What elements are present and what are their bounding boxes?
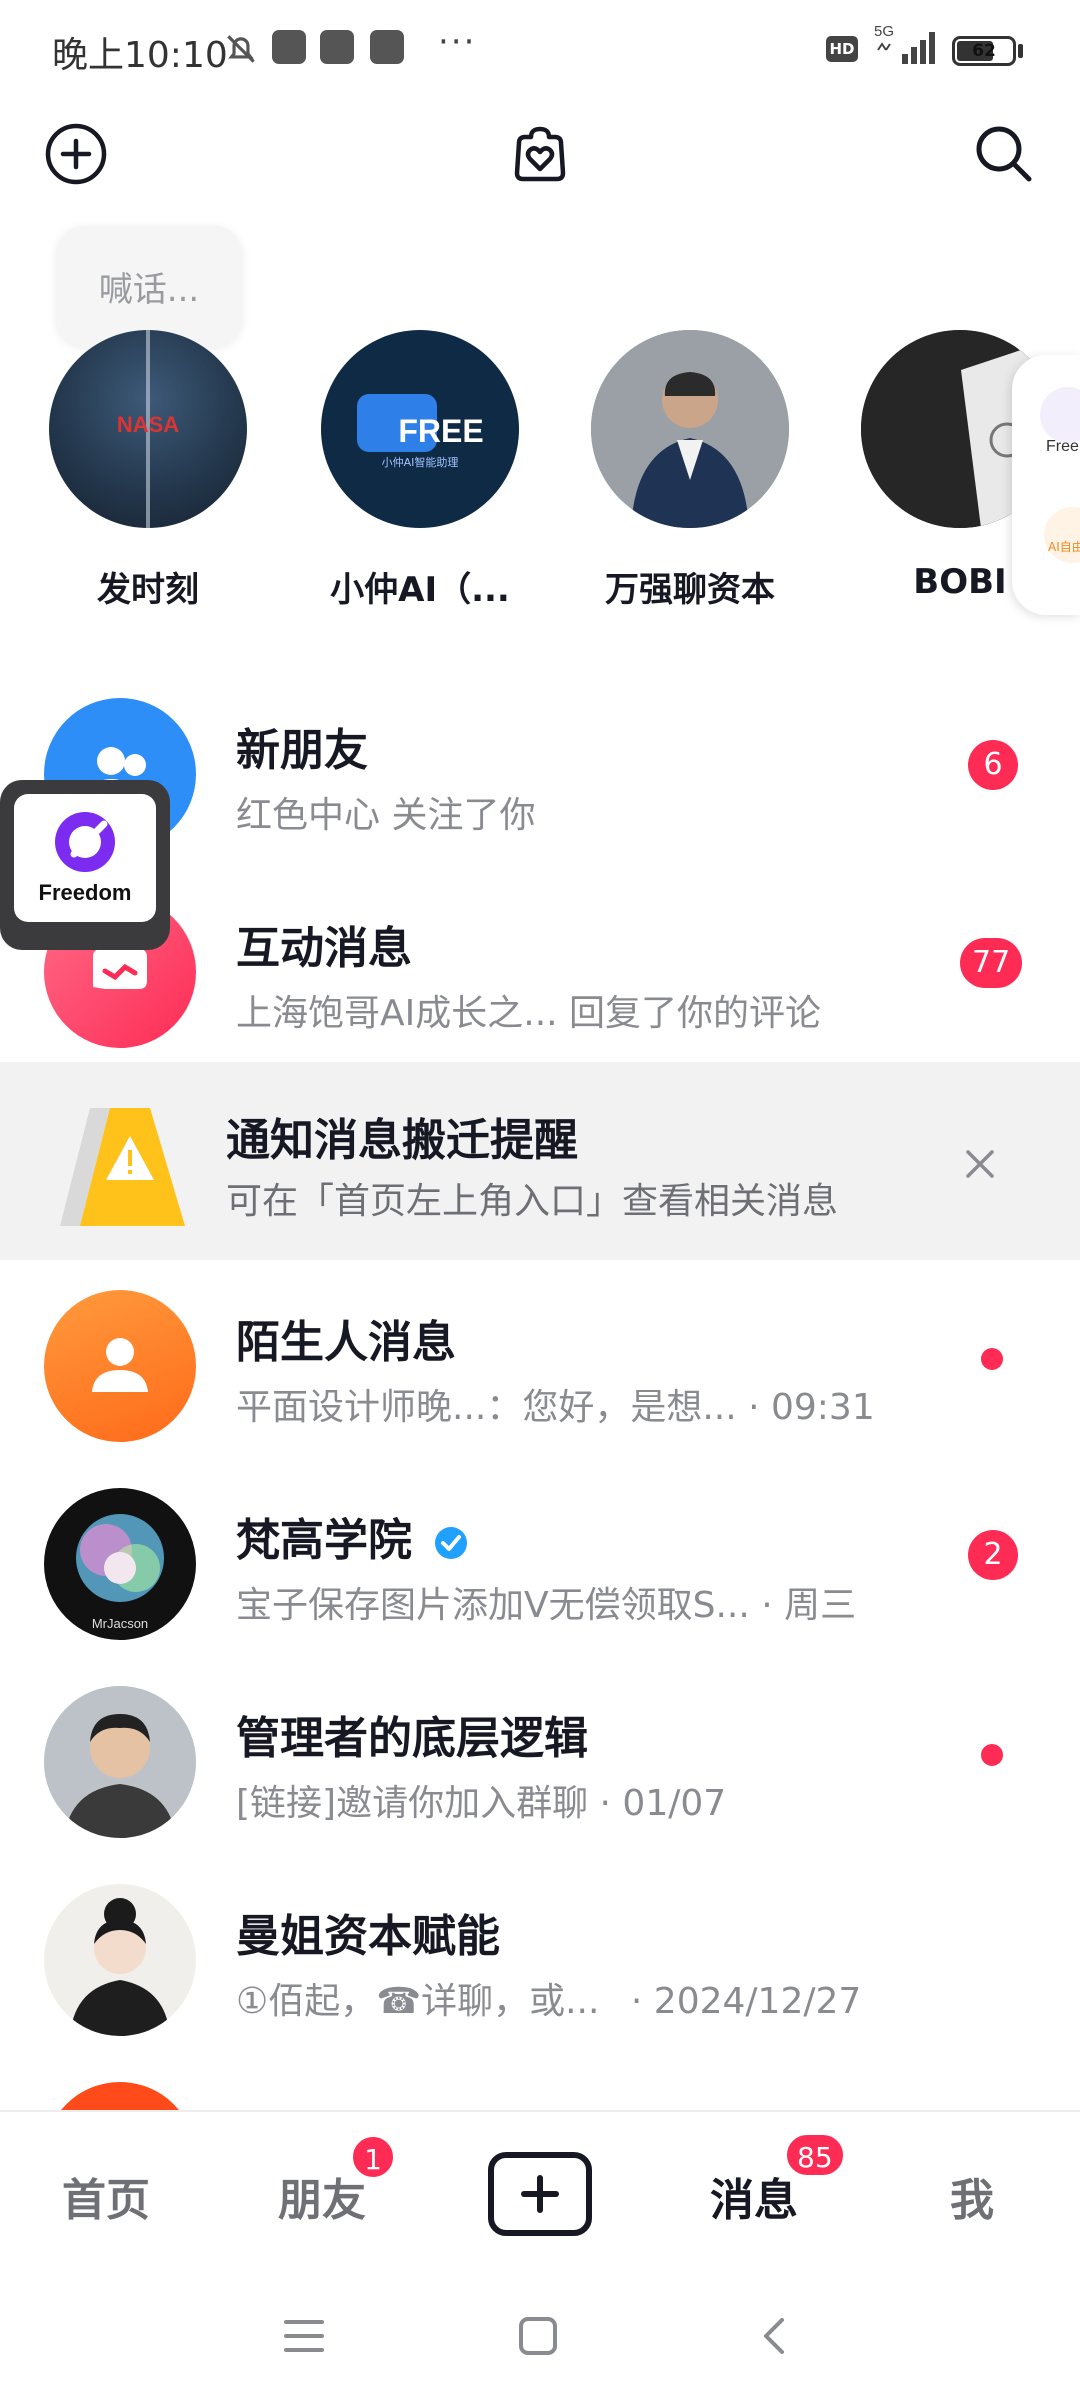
list-item-manager[interactable]: 管理者的底层逻辑 [链接]邀请你加入群聊 · 01/07 [0,1656,1080,1854]
status-time: 晚上10:10 [52,35,228,76]
search-icon [976,126,1032,182]
story-name: 小仲AI（... [330,570,510,610]
home-square-icon[interactable] [516,2314,560,2358]
svg-text:5G: 5G [874,23,894,40]
unread-dot [981,1744,1003,1766]
row-title: 管理者的底层逻辑 [236,1713,588,1764]
unread-badge: 2 [968,1530,1018,1580]
unread-badge: 6 [968,740,1018,790]
free-logo-image: FREE 小仲AI智能助理 [357,394,484,469]
svg-text:AI自由: AI自由 [1048,540,1080,554]
svg-text:NASA: NASA [117,412,179,437]
nav-friends[interactable]: 朋友 [278,2164,366,2228]
search-button[interactable] [968,118,1040,190]
story-item[interactable]: NASA 发时刻 [48,330,248,611]
friends-badge: 1 [350,2134,396,2180]
row-title: 新朋友 [236,725,368,776]
back-icon[interactable] [756,2314,792,2358]
shout-bubble[interactable]: 喊话... [56,226,242,346]
row-subtitle: 平面设计师晚...：您好，是想... · 09:31 [236,1387,875,1428]
status-bar: 晚上10:10 ··· HD 5G 62 [0,0,1080,100]
messages-badge: 85 [784,2132,846,2178]
heart-bag-icon [514,126,566,182]
row-subtitle: 红色中心 关注了你 [236,795,536,836]
svg-text:FREE: FREE [398,413,483,449]
app-notification-icon [370,30,404,64]
nasa-image: NASA [117,330,179,528]
avatar [44,1686,196,1838]
story-avatar: NASA [49,330,247,528]
avatar [44,1884,196,2036]
mute-bell-icon [227,35,255,63]
notice-title: 通知消息搬迁提醒 [226,1115,578,1166]
avatar: MrJacson [44,1488,196,1640]
svg-text:Freedom: Freedom [39,880,132,905]
svg-text:Free: Free [1046,438,1079,455]
freedom-logo-icon: Freedom [39,812,132,905]
story-item[interactable]: 万强聊资本 [590,330,790,611]
row-title: 梵高学院 [236,1504,469,1568]
avatar [44,1290,196,1442]
unread-dot [981,1348,1003,1370]
row-subtitle: ①佰起，☎详聊，或... · 2024/12/27 [236,1981,862,2022]
svg-text:小仲AI智能助理: 小仲AI智能助理 [382,455,459,469]
app-notification-icon [272,30,306,64]
story-avatar [591,330,789,528]
nav-messages[interactable]: 消息 [710,2164,798,2228]
person-image [591,330,789,528]
story-item[interactable]: FREE 小仲AI智能助理 小仲AI（... [320,330,520,611]
heart-box-button[interactable] [504,118,576,190]
menu-icon[interactable] [282,2316,326,2356]
person-avatar-image [44,1686,196,1838]
story-name: 万强聊资本 [605,570,775,610]
shout-placeholder: 喊话... [98,269,200,310]
signal-icon: 5G [874,23,935,64]
unread-badge: 77 [960,938,1023,988]
battery-level: 62 [972,41,996,61]
plus-icon [521,2175,559,2213]
row-subtitle: 宝子保存图片添加V无偿领取S... · 周三 [236,1585,857,1626]
row-title: 陌生人消息 [236,1317,456,1368]
create-button[interactable] [488,2152,592,2236]
system-nav-bar [0,2280,1080,2400]
floating-app-widget[interactable]: Freedom [0,780,170,950]
story-name: 发时刻 [97,570,199,610]
plus-circle-icon [45,123,107,185]
migration-notice-banner[interactable]: 通知消息搬迁提醒 可在「首页左上角入口」查看相关消息 [0,1062,1080,1260]
more-notifications-icon: ··· [438,22,477,62]
mi-notification-icon [320,30,354,64]
hd-icon: HD [826,36,858,62]
row-title: 互动消息 [236,923,412,974]
battery-icon: 62 [952,36,1016,66]
woman-avatar-image [44,1884,196,2036]
person-icon [92,1338,148,1392]
nav-me[interactable]: 我 [950,2164,994,2228]
list-item-manjie[interactable]: 曼姐资本赋能 ①佰起，☎详聊，或... · 2024/12/27 [0,1854,1080,2052]
notice-subtitle: 可在「首页左上角入口」查看相关消息 [226,1181,839,1222]
row-subtitle: 上海饱哥AI成长之... 回复了你的评论 [236,993,822,1034]
row-title: 曼姐资本赋能 [236,1911,500,1962]
close-icon[interactable] [958,1142,1002,1186]
svg-text:MrJacson: MrJacson [92,1616,148,1631]
side-floating-panel[interactable]: Free AI自由 [1012,355,1080,615]
side-app-icons: Free AI自由 [1040,387,1080,563]
warning-sign-icon [60,1108,185,1226]
verified-icon [435,1527,468,1559]
list-item-fangao[interactable]: MrJacson 梵高学院 宝子保存图片添加V无偿领取S... · 周三 2 [0,1458,1080,1656]
story-avatar: FREE 小仲AI智能助理 [321,330,519,528]
row-subtitle: [链接]邀请你加入群聊 · 01/07 [236,1783,727,1824]
bottom-nav: 首页 朋友 1 消息 85 我 [0,2110,1080,2280]
add-button[interactable] [40,118,112,190]
nav-home[interactable]: 首页 [62,2164,150,2228]
fangao-avatar-image: MrJacson [76,1514,164,1631]
list-item-strangers[interactable]: 陌生人消息 平面设计师晚...：您好，是想... · 09:31 [0,1260,1080,1458]
